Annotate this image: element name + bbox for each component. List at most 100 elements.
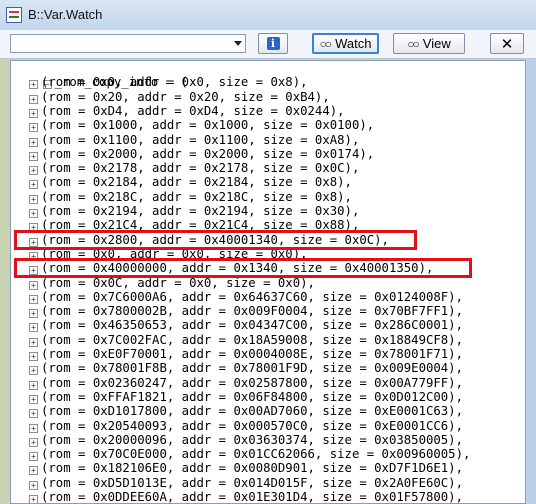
tree-entry-row[interactable]: + (rom = 0x0, addr = 0x0, size = 0x8),: [29, 75, 308, 90]
expand-icon[interactable]: +: [29, 223, 38, 233]
tree-entry-row[interactable]: + (rom = 0xD1017800, addr = 0x00AD7060, s…: [29, 404, 463, 419]
tree-entry-label: (rom = 0xD1017800, addr = 0x00AD7060, si…: [41, 404, 463, 419]
expand-icon[interactable]: +: [29, 180, 38, 190]
expand-icon[interactable]: +: [29, 423, 38, 433]
tree-entry-label: (rom = 0x0, addr = 0x0, size = 0x8),: [41, 75, 308, 90]
tree-entry-row[interactable]: + (rom = 0xE0F70001, addr = 0x0004008E, s…: [29, 347, 463, 361]
expand-icon[interactable]: +: [29, 209, 38, 218]
tree-entry-label: (rom = 0xD4, addr = 0xD4, size = 0x0244)…: [41, 103, 345, 118]
expand-icon[interactable]: +: [29, 166, 38, 176]
glasses-icon: ○○: [319, 36, 332, 51]
expression-combo[interactable]: [10, 34, 246, 53]
tree-entry-label: (rom = 0x7C002FAC, addr = 0x18A59008, si…: [41, 332, 463, 347]
tree-entry-row[interactable]: + (rom = 0x78001F8B, addr = 0x78001F9D, s…: [29, 361, 463, 376]
expand-icon[interactable]: +: [29, 352, 38, 361]
expand-icon[interactable]: +: [29, 194, 38, 204]
tree-entry-row[interactable]: + (rom = 0x20000096, addr = 0x03630374, s…: [29, 433, 463, 447]
tree-entry-label: (rom = 0x2000, addr = 0x2000, size = 0x0…: [41, 146, 375, 161]
tree-entry-row[interactable]: + (rom = 0x2800, addr = 0x40001340, size …: [29, 233, 389, 247]
tree-entry-row[interactable]: + (rom = 0x20, addr = 0x20, size = 0xB4),: [29, 90, 330, 104]
tree-entry-row[interactable]: + (rom = 0xD4, addr = 0xD4, size = 0x0244…: [29, 104, 345, 118]
view-button[interactable]: ○○ View: [393, 33, 465, 54]
tree-entry-row[interactable]: + (rom = 0x7800002B, addr = 0x009F0004, s…: [29, 304, 463, 319]
tree-entry-label: (rom = 0x0C, addr = 0x0, size = 0x0),: [41, 275, 315, 290]
tree-entry-row[interactable]: + (rom = 0x7C002FAC, addr = 0x18A59008, s…: [29, 333, 463, 347]
expand-icon[interactable]: +: [29, 80, 38, 90]
expand-icon[interactable]: +: [29, 294, 38, 304]
expand-icon[interactable]: +: [29, 266, 38, 276]
tree-entry-row[interactable]: + (rom = 0x218C, addr = 0x218C, size = 0x…: [29, 190, 352, 204]
tree-entry-row[interactable]: + (rom = 0x1000, addr = 0x1000, size = 0x…: [29, 118, 375, 133]
tree-entry-label: (rom = 0x2194, addr = 0x2194, size = 0x3…: [41, 204, 360, 218]
tree-entry-label: (rom = 0x20540093, addr = 0x000570C0, si…: [41, 418, 463, 433]
expand-icon[interactable]: +: [29, 280, 38, 290]
tree-entry-label: (rom = 0x40000000, addr = 0x1340, size =…: [41, 261, 434, 276]
watch-button[interactable]: ○○ Watch: [312, 33, 379, 54]
expand-icon[interactable]: +: [29, 94, 38, 104]
tree-entry-row[interactable]: + (rom = 0x21C4, addr = 0x21C4, size = 0x…: [29, 218, 359, 233]
tree-entry-row[interactable]: + (rom = 0x0DDEE60A, addr = 0x01E301D4, s…: [29, 490, 463, 504]
tree-entry-label: (rom = 0xD5D1013E, addr = 0x014D015F, si…: [41, 475, 463, 490]
tree-entry-row[interactable]: + (rom = 0xD5D1013E, addr = 0x014D015F, s…: [29, 476, 463, 490]
expand-icon[interactable]: +: [29, 137, 38, 147]
tree-entry-row[interactable]: + (rom = 0x02360247, addr = 0x02587800, s…: [29, 376, 463, 390]
expand-icon[interactable]: +: [29, 380, 38, 390]
tree-entry-row[interactable]: + (rom = 0x0C, addr = 0x0, size = 0x0),: [29, 276, 315, 290]
expand-icon[interactable]: +: [29, 466, 38, 476]
glasses-icon: ○○: [407, 36, 419, 51]
tree-entry-label: (rom = 0x20, addr = 0x20, size = 0xB4),: [41, 89, 330, 104]
close-button[interactable]: ✕: [490, 33, 524, 54]
tree-entry-row[interactable]: + (rom = 0x0, addr = 0x0, size = 0x0),: [29, 247, 308, 261]
tree-entry-row[interactable]: + (rom = 0x2000, addr = 0x2000, size = 0x…: [29, 147, 374, 161]
tree-entry-row[interactable]: + (rom = 0x7C6000A6, addr = 0x64637C60, s…: [29, 290, 463, 304]
expand-icon[interactable]: +: [29, 309, 38, 319]
expand-icon[interactable]: +: [29, 123, 38, 133]
tree-entry-row[interactable]: + (rom = 0x70C0E000, addr = 0x01CC62066, …: [29, 447, 471, 462]
tree-entry-label: (rom = 0x02360247, addr = 0x02587800, si…: [41, 375, 463, 390]
tree-entry-label: (rom = 0x7C6000A6, addr = 0x64637C60, si…: [41, 289, 463, 304]
tree-entry-row[interactable]: + (rom = 0xFFAF1821, addr = 0x06F84800, s…: [29, 390, 463, 404]
close-x-icon: ✕: [500, 34, 514, 53]
tree-entry-row[interactable]: + (rom = 0x182106E0, addr = 0x0080D901, s…: [29, 461, 463, 476]
tree-entry-label: (rom = 0xFFAF1821, addr = 0x06F84800, si…: [41, 389, 463, 404]
tree-entry-label: (rom = 0x20000096, addr = 0x03630374, si…: [41, 432, 463, 447]
expand-icon[interactable]: +: [29, 237, 38, 247]
chevron-down-icon[interactable]: [234, 41, 242, 46]
expand-icon[interactable]: +: [29, 108, 38, 118]
watch-tree-panel[interactable]: − _rom_copy_info = ( + (rom = 0x0, addr = …: [10, 60, 526, 504]
tree-entry-row[interactable]: + (rom = 0x46350653, addr = 0x04347C00, s…: [29, 318, 463, 333]
expand-icon[interactable]: +: [29, 337, 38, 347]
expand-icon[interactable]: +: [29, 151, 38, 161]
tree-entry-row[interactable]: + (rom = 0x2184, addr = 0x2184, size = 0x…: [29, 175, 352, 190]
tree-entry-row[interactable]: + (rom = 0x1100, addr = 0x1100, size = 0x…: [29, 133, 359, 147]
tree-entry-label: (rom = 0x70C0E000, addr = 0x01CC62066, s…: [41, 447, 471, 462]
expand-icon[interactable]: +: [29, 437, 38, 447]
expand-icon[interactable]: +: [29, 480, 38, 490]
left-margin-strip: [0, 60, 10, 504]
tree-entry-label: (rom = 0x2800, addr = 0x40001340, size =…: [41, 232, 389, 247]
tree-entry-row[interactable]: + (rom = 0x2178, addr = 0x2178, size = 0x…: [29, 161, 359, 176]
expand-icon[interactable]: +: [29, 495, 38, 503]
tree-entry-label: (rom = 0x0, addr = 0x0, size = 0x0),: [41, 246, 308, 261]
tree-entry-label: (rom = 0x1000, addr = 0x1000, size = 0x0…: [41, 118, 375, 133]
tree-entry-label: (rom = 0x7800002B, addr = 0x009F0004, si…: [41, 304, 463, 319]
expand-icon[interactable]: +: [29, 323, 38, 333]
view-button-label: View: [422, 36, 451, 51]
tree-entry-row[interactable]: + (rom = 0x2194, addr = 0x2194, size = 0x…: [29, 204, 359, 218]
expand-icon[interactable]: +: [29, 452, 38, 462]
tree-entry-row[interactable]: + (rom = 0x20540093, addr = 0x000570C0, s…: [29, 419, 463, 433]
expand-icon[interactable]: +: [29, 251, 38, 261]
expand-icon[interactable]: +: [29, 366, 38, 376]
tree-root-row[interactable]: − _rom_copy_info = (: [13, 61, 188, 89]
tree-entry-label: (rom = 0x1100, addr = 0x1100, size = 0xA…: [41, 132, 360, 147]
info-button[interactable]: i: [258, 33, 288, 54]
tree-entry-label: (rom = 0xE0F70001, addr = 0x0004008E, si…: [41, 347, 463, 361]
tree-entry-row[interactable]: + (rom = 0x40000000, addr = 0x1340, size …: [29, 261, 434, 276]
window-title: B::Var.Watch: [28, 7, 103, 22]
expand-icon[interactable]: +: [29, 394, 38, 404]
tree-entry-label: (rom = 0x0DDEE60A, addr = 0x01E301D4, si…: [41, 490, 463, 504]
tree-entry-label: (rom = 0x182106E0, addr = 0x0080D901, si…: [41, 461, 463, 476]
expand-icon[interactable]: +: [29, 409, 38, 419]
app-icon: [6, 7, 22, 23]
info-icon: i: [266, 37, 280, 50]
